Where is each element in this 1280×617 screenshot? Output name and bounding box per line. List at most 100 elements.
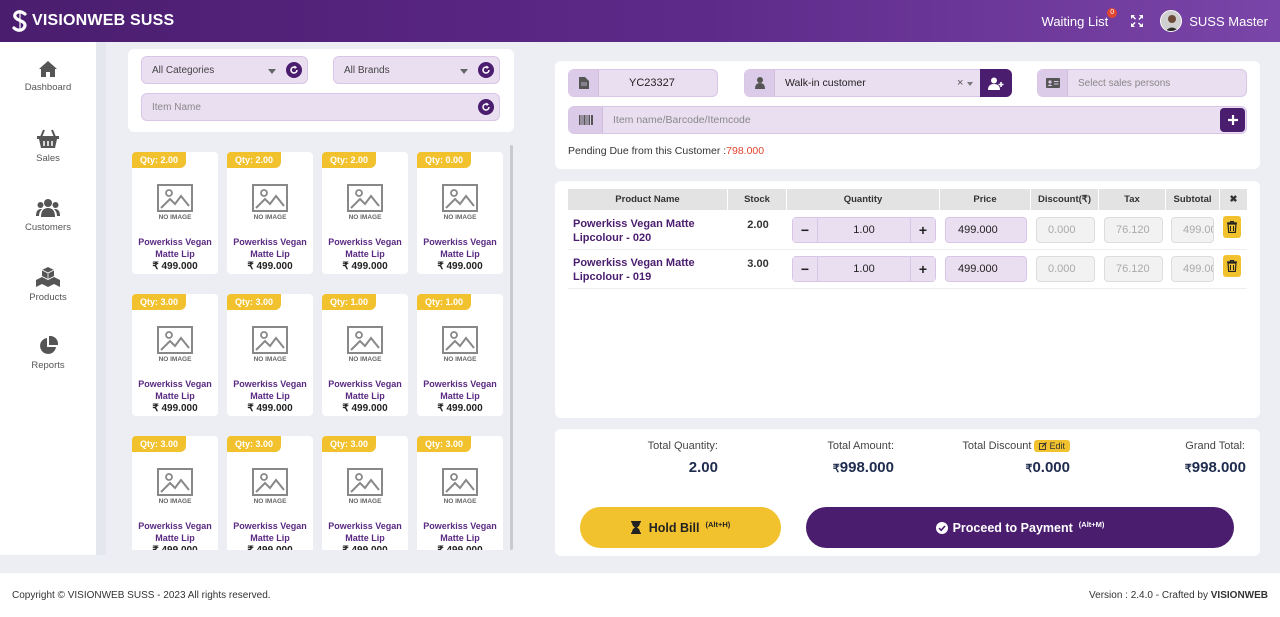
product-card[interactable]: Qty: 3.00 NO IMAGE Powerkiss Vegan Matte Li… xyxy=(322,436,408,550)
product-card[interactable]: Qty: 1.00 NO IMAGE Powerkiss Vegan Matte Li… xyxy=(417,294,503,416)
sidebar-item-label: Products xyxy=(29,292,67,303)
customer-name: Walk-in customer xyxy=(785,77,866,89)
invoice-number: YC23327 xyxy=(629,77,675,89)
product-card[interactable]: Qty: 2.00 NO IMAGE Powerkiss Vegan Matte Li… xyxy=(227,152,313,274)
delete-row-button[interactable] xyxy=(1223,255,1241,277)
no-image-icon xyxy=(442,184,478,212)
filter-panel: All Categories All Brands Item Name xyxy=(128,49,514,132)
th-price: Price xyxy=(940,189,1031,210)
sidebar-item-reports[interactable]: Reports xyxy=(0,336,96,371)
basket-icon xyxy=(37,129,59,148)
add-customer-button[interactable] xyxy=(980,69,1012,97)
th-subtotal: Subtotal xyxy=(1166,189,1220,210)
waiting-list-button[interactable]: Waiting List 0 xyxy=(1042,7,1118,29)
product-name: Powerkiss Vegan Matte Lip xyxy=(138,379,212,401)
brand-select[interactable]: All Brands xyxy=(333,56,500,84)
product-name: Powerkiss Vegan Matte Lip xyxy=(328,379,402,401)
product-card[interactable]: Qty: 3.00 NO IMAGE Powerkiss Vegan Matte Li… xyxy=(132,436,218,550)
quantity-stepper[interactable]: −1.00 + xyxy=(792,217,936,243)
clear-customer-icon[interactable]: × xyxy=(957,77,963,89)
copyright-text: Copyright © VISIONWEB SUSS - 2023 All ri… xyxy=(12,589,271,601)
no-image-label: NO IMAGE xyxy=(443,214,477,221)
item-name-input[interactable]: Item Name xyxy=(141,93,500,121)
sidebar-item-sales[interactable]: Sales xyxy=(0,129,96,164)
refresh-item-icon[interactable] xyxy=(478,99,494,115)
quantity-value[interactable]: 1.00 xyxy=(817,218,911,242)
quantity-value[interactable]: 1.00 xyxy=(817,257,911,281)
cart-stock: 3.00 xyxy=(747,258,769,270)
discount-input[interactable]: 0.000 xyxy=(1036,217,1095,243)
sidebar-item-dashboard[interactable]: Dashboard xyxy=(0,60,96,93)
add-item-button[interactable] xyxy=(1220,108,1245,132)
currency-symbol: ₹ xyxy=(1184,463,1192,475)
no-image-label: NO IMAGE xyxy=(158,214,192,221)
item-search-input[interactable]: Item name/Barcode/Itemcode xyxy=(568,106,1247,134)
proceed-payment-shortcut: (Alt+M) xyxy=(1078,520,1105,529)
trash-icon xyxy=(1227,221,1237,233)
pending-due-text: Pending Due from this Customer :798.000 xyxy=(568,145,764,157)
cart-panel: Product Name Stock Quantity Price Discou… xyxy=(555,181,1260,418)
product-card[interactable]: Qty: 2.00 NO IMAGE Powerkiss Vegan Matte Li… xyxy=(322,152,408,274)
sidebar-item-customers[interactable]: Customers xyxy=(0,198,96,233)
no-image-label: NO IMAGE xyxy=(158,498,192,505)
th-tax: Tax xyxy=(1099,189,1166,210)
product-name: Powerkiss Vegan Matte Lip xyxy=(423,237,497,259)
refresh-category-icon[interactable] xyxy=(286,62,302,78)
product-card[interactable]: Qty: 0.00 NO IMAGE Powerkiss Vegan Matte Li… xyxy=(417,152,503,274)
product-price: ₹ 499.000 xyxy=(132,545,218,550)
chevron-down-icon xyxy=(967,82,973,86)
customer-select[interactable]: Walk-in customer × xyxy=(744,69,1012,97)
proceed-payment-label: Proceed to Payment xyxy=(952,520,1073,535)
user-name[interactable]: SUSS Master xyxy=(1189,14,1268,29)
hold-bill-button[interactable]: Hold Bill (Alt+H) xyxy=(580,507,781,548)
add-user-icon xyxy=(988,77,1004,90)
brand-name: VISIONWEB SUSS xyxy=(32,12,175,29)
product-name: Powerkiss Vegan Matte Lip xyxy=(138,237,212,259)
quantity-stepper[interactable]: −1.00 + xyxy=(792,256,936,282)
qty-badge: Qty: 3.00 xyxy=(417,436,472,452)
brand-logo[interactable]: VISIONWEB SUSS xyxy=(12,10,174,32)
invoice-number-field[interactable]: YC23327 xyxy=(568,69,718,97)
product-card[interactable]: Qty: 3.00 NO IMAGE Powerkiss Vegan Matte Li… xyxy=(417,436,503,550)
product-price: ₹ 499.000 xyxy=(247,403,293,414)
qty-badge: Qty: 3.00 xyxy=(132,436,187,452)
user-avatar[interactable] xyxy=(1160,10,1183,32)
price-input[interactable]: 499.000 xyxy=(945,217,1027,243)
fullscreen-icon[interactable] xyxy=(1130,14,1144,28)
category-select[interactable]: All Categories xyxy=(141,56,308,84)
brand-value: All Brands xyxy=(344,64,390,76)
product-price: ₹ 499.000 xyxy=(437,403,483,414)
refresh-brand-icon[interactable] xyxy=(478,62,494,78)
subtotal-input: 499.000 xyxy=(1171,256,1214,282)
pending-due-label: Pending Due from this Customer : xyxy=(568,145,727,157)
no-image-icon xyxy=(157,326,193,354)
sidebar-item-label: Reports xyxy=(31,360,65,371)
no-image-label: NO IMAGE xyxy=(348,498,382,505)
proceed-payment-button[interactable]: Proceed to Payment (Alt+M) xyxy=(806,507,1234,548)
product-name: Powerkiss Vegan Matte Lip xyxy=(233,379,307,401)
product-card[interactable]: Qty: 2.00 NO IMAGE Powerkiss Vegan Matte Li… xyxy=(132,152,218,274)
hold-bill-label: Hold Bill xyxy=(648,520,700,535)
qty-badge: Qty: 2.00 xyxy=(227,152,282,168)
increase-qty-button[interactable]: + xyxy=(911,257,935,281)
totals-panel: Total Quantity: 2.00 Total Amount: ₹998.… xyxy=(555,429,1260,556)
sidebar-divider xyxy=(96,42,106,555)
product-card[interactable]: Qty: 1.00 NO IMAGE Powerkiss Vegan Matte Li… xyxy=(322,294,408,416)
sidebar-item-products[interactable]: Products xyxy=(0,266,96,303)
qty-badge: Qty: 2.00 xyxy=(132,152,187,168)
product-card[interactable]: Qty: 3.00 NO IMAGE Powerkiss Vegan Matte Li… xyxy=(132,294,218,416)
discount-input[interactable]: 0.000 xyxy=(1036,256,1095,282)
product-price: ₹ 499.000 xyxy=(417,545,503,550)
increase-qty-button[interactable]: + xyxy=(911,218,935,242)
decrease-qty-button[interactable]: − xyxy=(793,218,817,242)
decrease-qty-button[interactable]: − xyxy=(793,257,817,281)
sidebar: Dashboard Sales Customers Products Repor… xyxy=(0,42,96,555)
product-grid-scrollbar[interactable] xyxy=(510,145,513,550)
delete-row-button[interactable] xyxy=(1223,216,1241,238)
hold-bill-shortcut: (Alt+H) xyxy=(705,520,731,529)
product-card[interactable]: Qty: 3.00 NO IMAGE Powerkiss Vegan Matte Li… xyxy=(227,294,313,416)
sales-persons-select[interactable]: Select sales persons xyxy=(1037,69,1247,97)
grand-total-number: 998.000 xyxy=(1191,459,1246,476)
product-card[interactable]: Qty: 3.00 NO IMAGE Powerkiss Vegan Matte Li… xyxy=(227,436,313,550)
price-input[interactable]: 499.000 xyxy=(945,256,1027,282)
